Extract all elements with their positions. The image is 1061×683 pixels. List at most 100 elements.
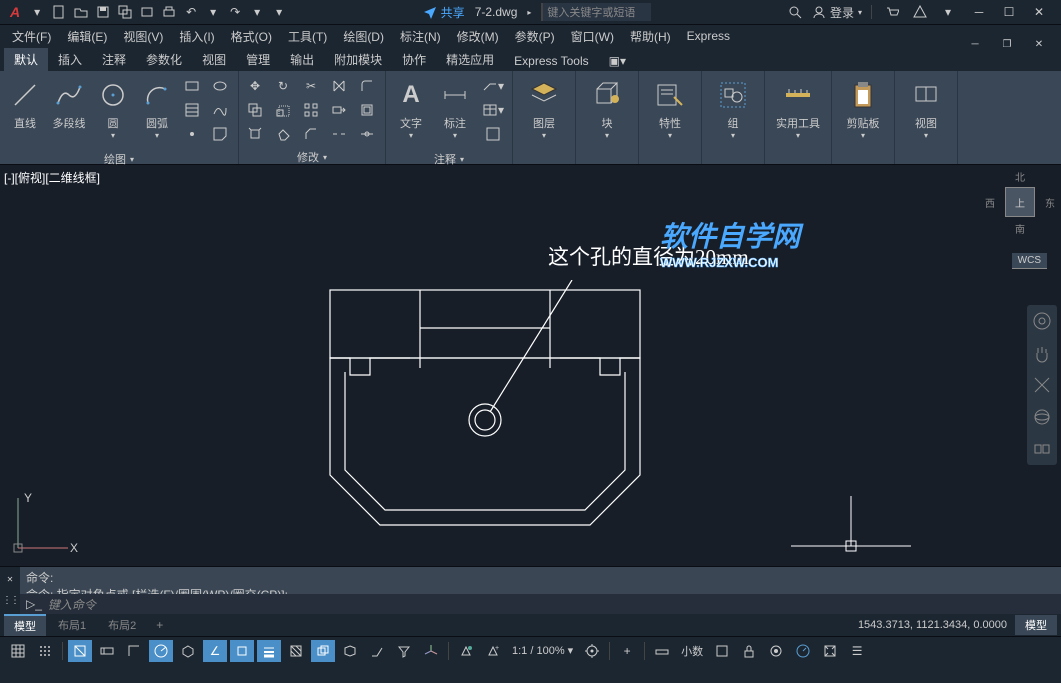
menu-edit[interactable]: 编辑(E): [59, 25, 115, 47]
login-button[interactable]: 登录 ▾: [812, 4, 862, 21]
customization-icon[interactable]: ☰: [845, 640, 869, 662]
tab-collaborate[interactable]: 协作: [392, 48, 436, 71]
tab-manage[interactable]: 管理: [236, 48, 280, 71]
polar-tracking-icon[interactable]: [149, 640, 173, 662]
save-icon[interactable]: [93, 2, 113, 22]
open-icon[interactable]: [71, 2, 91, 22]
close-button[interactable]: ✕: [1025, 2, 1053, 22]
tab-parametric[interactable]: 参数化: [136, 48, 192, 71]
table-icon[interactable]: ▾: [478, 99, 508, 121]
utilities-button[interactable]: 实用工具▾: [769, 75, 827, 147]
units-icon[interactable]: [650, 640, 674, 662]
wcs-badge[interactable]: WCS: [1012, 253, 1047, 269]
menu-help[interactable]: 帮助(H): [622, 25, 679, 47]
saveas-icon[interactable]: [115, 2, 135, 22]
array-icon[interactable]: [299, 99, 323, 121]
minimize-button[interactable]: ─: [965, 2, 993, 22]
gizmo-icon[interactable]: [419, 640, 443, 662]
steering-wheel-icon[interactable]: [1030, 309, 1054, 333]
annotate-more-icon[interactable]: [478, 123, 508, 145]
qat-more[interactable]: ▾: [269, 2, 289, 22]
ortho-mode-icon[interactable]: [122, 640, 146, 662]
tab-addins[interactable]: 附加模块: [324, 48, 392, 71]
showmotion-icon[interactable]: [1030, 437, 1054, 461]
leader-icon[interactable]: ▾: [478, 75, 508, 97]
search-icon[interactable]: [785, 2, 805, 22]
autoscale-icon[interactable]: +: [481, 640, 505, 662]
menu-dimension[interactable]: 标注(N): [392, 25, 449, 47]
menu-view[interactable]: 视图(V): [115, 25, 171, 47]
undo-icon[interactable]: ↶: [181, 2, 201, 22]
menu-modify[interactable]: 修改(M): [449, 25, 507, 47]
offset-icon[interactable]: [355, 99, 379, 121]
viewcube[interactable]: 北 西 东 南 上: [989, 171, 1051, 251]
doc-close-button[interactable]: ✕: [1025, 34, 1053, 54]
search-input[interactable]: 键入关键字或短语: [541, 3, 651, 21]
doc-restore-button[interactable]: ❐: [993, 34, 1021, 54]
cart-icon[interactable]: [882, 2, 902, 22]
quick-properties-icon[interactable]: [710, 640, 734, 662]
tab-layout2[interactable]: 布局2: [98, 615, 146, 635]
workspace-switching-icon[interactable]: [580, 640, 604, 662]
menu-insert[interactable]: 插入(I): [171, 25, 222, 47]
scale-icon[interactable]: [271, 99, 295, 121]
redo-drop[interactable]: ▾: [247, 2, 267, 22]
fillet-icon[interactable]: [355, 75, 379, 97]
isometric-drafting-icon[interactable]: [176, 640, 200, 662]
app-icon[interactable]: A: [4, 4, 26, 20]
doc-minimize-button[interactable]: ─: [961, 34, 989, 54]
units-label[interactable]: 小数: [677, 643, 707, 659]
redo-icon[interactable]: ↷: [225, 2, 245, 22]
mirror-icon[interactable]: [327, 75, 351, 97]
panel-title-modify[interactable]: 修改 ▾: [241, 147, 383, 167]
text-button[interactable]: A 文字 ▾: [390, 75, 432, 147]
tab-view[interactable]: 视图: [192, 48, 236, 71]
menu-parametric[interactable]: 参数(P): [507, 25, 563, 47]
spline-icon[interactable]: [208, 99, 232, 121]
erase-icon[interactable]: [271, 123, 295, 145]
3d-osnap-icon[interactable]: [338, 640, 362, 662]
web-mobile-icon[interactable]: [137, 2, 157, 22]
cmd-input[interactable]: ▷_ 键入命令: [20, 594, 1061, 614]
infer-constraints-icon[interactable]: [68, 640, 92, 662]
trim-icon[interactable]: ✂: [299, 75, 323, 97]
maximize-button[interactable]: ☐: [995, 2, 1023, 22]
group-button[interactable]: 组▾: [706, 75, 760, 147]
plot-icon[interactable]: [159, 2, 179, 22]
pan-icon[interactable]: [1030, 341, 1054, 365]
menu-express[interactable]: Express: [679, 25, 738, 47]
join-icon[interactable]: [355, 123, 379, 145]
model-space-indicator[interactable]: 模型: [1015, 615, 1057, 635]
layer-button[interactable]: 图层▾: [517, 75, 571, 147]
selection-cycling-icon[interactable]: [311, 640, 335, 662]
region-icon[interactable]: [208, 123, 232, 145]
canvas[interactable]: [-][俯视][二维线框] 软件自学网 WWW.RJZXW.COM 这个孔的直径…: [0, 165, 1061, 566]
menu-file[interactable]: 文件(F): [4, 25, 59, 47]
new-icon[interactable]: [49, 2, 69, 22]
hatch-icon[interactable]: [180, 99, 204, 121]
lock-ui-icon[interactable]: [737, 640, 761, 662]
tab-layout1[interactable]: 布局1: [48, 615, 96, 635]
rotate-icon[interactable]: ↻: [271, 75, 295, 97]
cmdline-close-icon[interactable]: ✕: [7, 575, 14, 584]
filename-drop[interactable]: ▸: [527, 8, 531, 17]
zoom-extents-icon[interactable]: [1030, 373, 1054, 397]
selection-filtering-icon[interactable]: [392, 640, 416, 662]
tab-annotate[interactable]: 注释: [92, 48, 136, 71]
chamfer-icon[interactable]: [299, 123, 323, 145]
tab-insert[interactable]: 插入: [48, 48, 92, 71]
tab-output[interactable]: 输出: [280, 48, 324, 71]
ellipse-icon[interactable]: [208, 75, 232, 97]
explode-icon[interactable]: [243, 123, 267, 145]
tab-focus[interactable]: ▣▾: [599, 51, 636, 71]
dynamic-ucs-icon[interactable]: [365, 640, 389, 662]
menu-draw[interactable]: 绘图(D): [335, 25, 392, 47]
transparency-icon[interactable]: [284, 640, 308, 662]
copy-icon[interactable]: [243, 99, 267, 121]
properties-button[interactable]: 特性▾: [643, 75, 697, 147]
viewcube-top[interactable]: 上: [1005, 187, 1035, 217]
autodesk-app-icon[interactable]: [910, 2, 930, 22]
tab-model[interactable]: 模型: [4, 614, 46, 636]
polyline-button[interactable]: 多段线: [48, 75, 90, 147]
orbit-icon[interactable]: [1030, 405, 1054, 429]
